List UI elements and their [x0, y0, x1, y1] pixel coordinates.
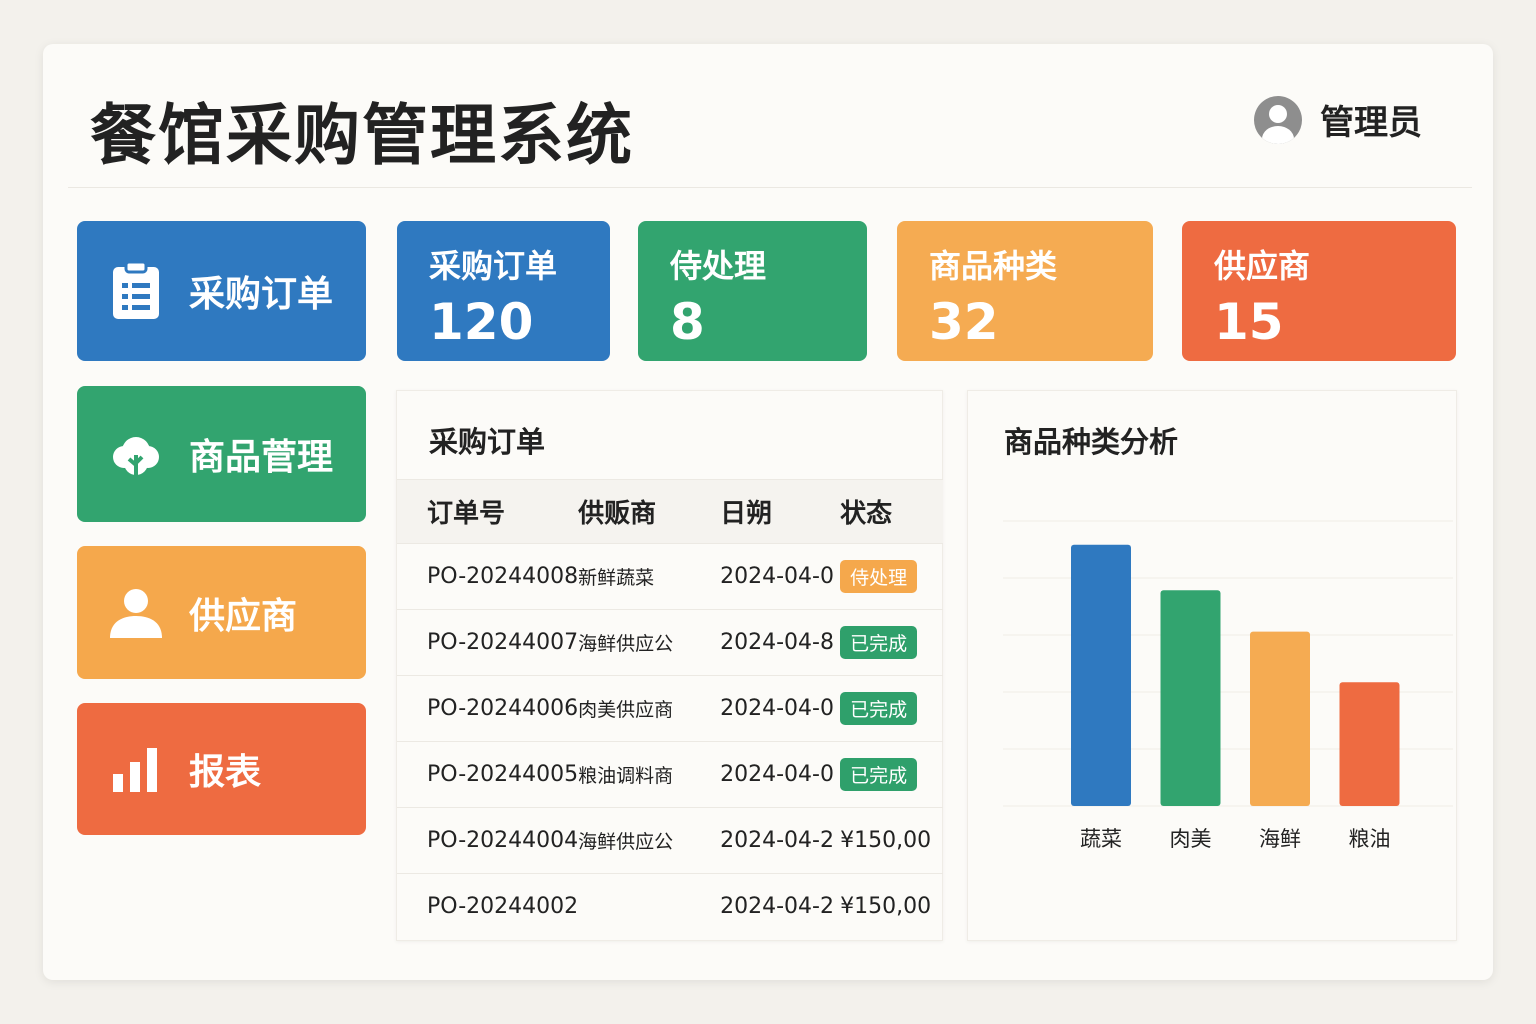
nav-suppliers[interactable]: 供应商 — [77, 546, 366, 679]
date: 2024-04-2 — [720, 807, 841, 874]
order-id: PO-20244005 — [397, 741, 579, 808]
col-order-id[interactable]: 订单号 — [397, 479, 579, 544]
orders-title: 采购订单 — [429, 425, 546, 459]
status-badge: 已完成 — [840, 626, 918, 659]
table-row[interactable]: PO-20244006 肉美供应商 2024-04-0 已完成 — [397, 675, 943, 742]
chart-title: 商品种类分析 — [1004, 425, 1179, 459]
stat-categories[interactable]: 商品种类 32 — [897, 221, 1153, 361]
col-date[interactable]: 日朔 — [720, 479, 841, 544]
nav-reports[interactable]: 报表 — [77, 703, 366, 835]
user-icon — [109, 586, 163, 640]
status-cell: 已完成 — [840, 675, 943, 742]
page-title: 餐馆采购管理系统 — [90, 97, 634, 174]
date: 2024-04-0 — [720, 543, 841, 610]
table-row[interactable]: PO-20244004 海鲜供应公 2024-04-2 ¥150,00 — [397, 807, 943, 874]
supplier: 海鲜供应公 — [578, 807, 721, 874]
table-row[interactable]: PO-20244002 2024-04-2 ¥150,00 — [397, 873, 943, 940]
status-cell: 已完成 — [840, 741, 943, 808]
category-chart-panel: 蔬菜 肉美 海鲜 粮油 商品种类分析 — [967, 390, 1457, 941]
amount: ¥150,00 — [840, 828, 932, 853]
supplier — [578, 873, 721, 940]
stat-value: 32 — [929, 293, 999, 351]
date: 2024-04-2 — [720, 873, 841, 940]
amount: ¥150,00 — [840, 894, 932, 920]
status-badge: 已完成 — [840, 692, 918, 725]
bar-chart: 蔬菜 肉美 海鲜 粮油 — [1003, 520, 1453, 851]
nav-label: 报表 — [189, 752, 262, 793]
stat-label: 商品种类 — [929, 247, 1058, 285]
table-header: 订单号 供贩商 日朔 状态 — [397, 479, 943, 544]
date: 2024-04-0 — [720, 741, 841, 808]
bar-2[interactable] — [1250, 631, 1310, 806]
bar-0[interactable] — [1071, 544, 1131, 806]
date: 2024-04-8 — [720, 609, 841, 676]
order-id: PO-20244004 — [397, 807, 579, 874]
order-id: PO-20244006 — [397, 675, 579, 742]
col-status[interactable]: 状态 — [840, 479, 943, 544]
avatar-icon — [1254, 95, 1302, 144]
order-id: PO-20244008 — [397, 543, 579, 610]
bar-3[interactable] — [1339, 682, 1400, 806]
status-badge: 已完成 — [840, 758, 918, 791]
tree-icon — [109, 427, 163, 481]
nav-products[interactable]: 商品菅理 — [77, 386, 366, 522]
user-menu[interactable]: 管理员 — [1254, 95, 1422, 144]
col-supplier[interactable]: 供贩商 — [578, 479, 721, 544]
x-tick-label: 粮油 — [1349, 827, 1391, 851]
stat-orders[interactable]: 采购订单 120 — [397, 221, 610, 361]
stat-suppliers[interactable]: 供应商 15 — [1182, 221, 1456, 361]
status-cell: 侍处理 — [840, 543, 943, 610]
stat-value: 120 — [429, 293, 534, 351]
x-tick-label: 蔬菜 — [1080, 827, 1122, 851]
supplier: 海鲜供应公 — [578, 609, 721, 676]
supplier: 粮油调料商 — [578, 741, 721, 808]
table-row[interactable]: PO-20244005 粮油调料商 2024-04-0 已完成 — [397, 741, 943, 808]
x-tick-label: 肉美 — [1170, 827, 1212, 851]
table-row[interactable]: PO-20244008 新鲜蔬菜 2024-04-0 侍处理 — [397, 543, 943, 610]
divider — [68, 187, 1472, 188]
stat-label: 供应商 — [1214, 247, 1311, 285]
nav-label: 采购订单 — [189, 274, 334, 315]
stat-value: 15 — [1214, 293, 1284, 351]
bar-1[interactable] — [1160, 590, 1221, 806]
stat-value: 8 — [670, 293, 705, 351]
supplier: 肉美供应商 — [578, 675, 721, 742]
x-tick-label: 海鲜 — [1259, 827, 1301, 851]
status-cell: 已完成 — [840, 609, 943, 676]
order-id: PO-20244002 — [397, 873, 579, 940]
bar-chart-icon — [109, 742, 163, 796]
stat-label: 侍处理 — [670, 247, 767, 285]
nav-purchase-orders[interactable]: 采购订单 — [77, 221, 366, 361]
nav-label: 商品菅理 — [189, 437, 334, 478]
date: 2024-04-0 — [720, 675, 841, 742]
user-name: 管理员 — [1320, 103, 1422, 143]
status-badge: 侍处理 — [840, 560, 918, 593]
table-row[interactable]: PO-20244007 海鲜供应公 2024-04-8 已完成 — [397, 609, 943, 676]
nav-label: 供应商 — [189, 595, 298, 637]
orders-table: 订单号 供贩商 日朔 状态 PO-20244008 新鲜蔬菜 2024-04-0… — [397, 479, 943, 940]
status-cell: ¥150,00 — [840, 873, 943, 940]
orders-panel: 采购订单 订单号 供贩商 日朔 状态 PO-20244008 新鲜蔬菜 2024… — [396, 390, 943, 941]
status-cell: ¥150,00 — [840, 807, 943, 874]
order-id: PO-20244007 — [397, 609, 579, 676]
stat-pending[interactable]: 侍处理 8 — [638, 221, 867, 361]
clipboard-icon — [109, 261, 163, 319]
supplier: 新鲜蔬菜 — [578, 543, 721, 610]
stat-label: 采购订单 — [429, 247, 558, 285]
